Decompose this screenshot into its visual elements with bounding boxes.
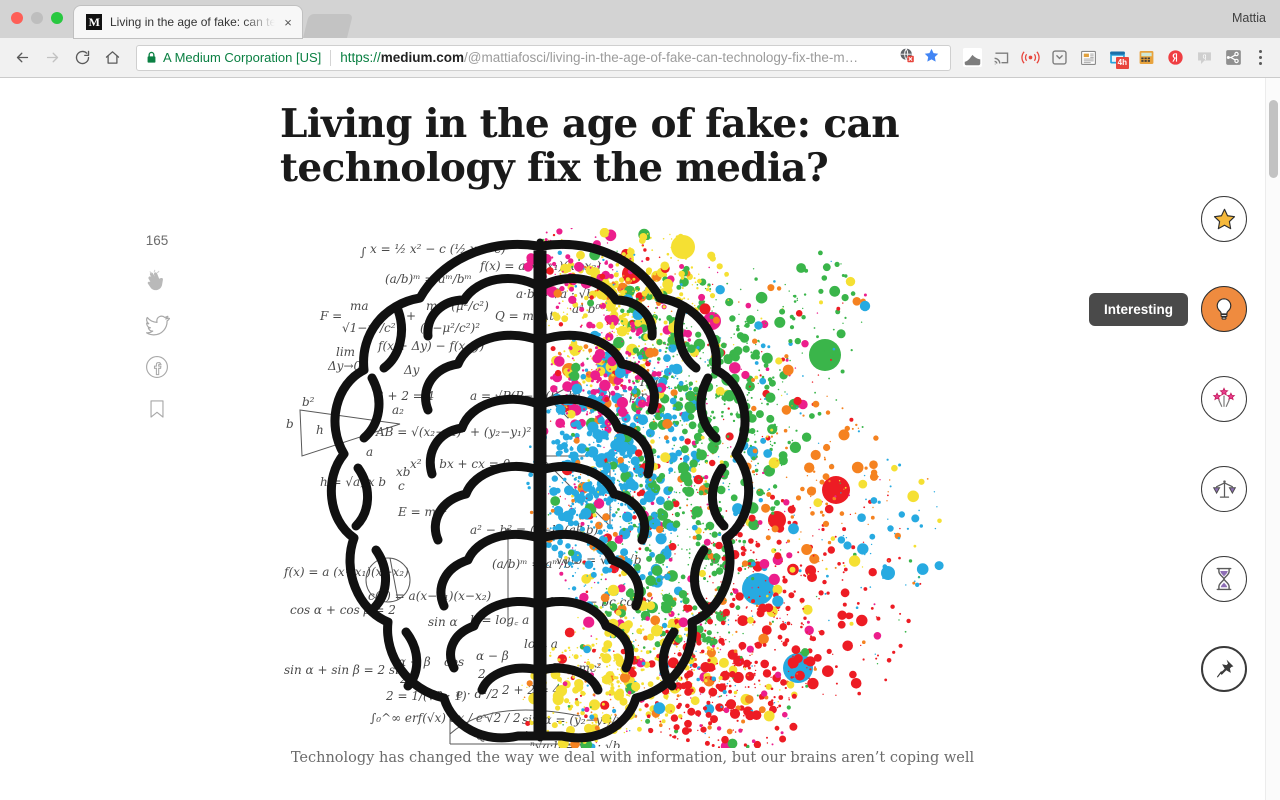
lock-icon xyxy=(146,51,157,64)
rate-star-button[interactable] xyxy=(1201,196,1247,242)
url-path: /@mattiafosci/living-in-the-age-of-fake-… xyxy=(464,50,859,65)
svg-text:Δy: Δy xyxy=(403,363,420,377)
extension-tray: 4h q xyxy=(957,45,1246,71)
svg-text:sin α + sin β = 2 sin: sin α + sin β = 2 sin xyxy=(284,663,407,677)
omnibox-divider xyxy=(330,49,332,66)
page-viewport: Living in the age of fake: can technolog… xyxy=(0,78,1280,800)
url-domain: medium.com xyxy=(380,50,465,65)
hubspot-extension-icon[interactable] xyxy=(1220,45,1246,71)
hourglass-icon xyxy=(1216,567,1232,591)
browser-toolbar: A Medium Corporation [US] https://medium… xyxy=(0,38,1280,78)
svg-text:b: b xyxy=(286,417,294,431)
svg-text:b²: b² xyxy=(302,395,315,409)
address-bar[interactable]: A Medium Corporation [US] https://medium… xyxy=(136,44,951,71)
cast-extension-icon[interactable] xyxy=(988,45,1014,71)
profile-name[interactable]: Mattia xyxy=(1232,11,1266,25)
bookmark-star-icon[interactable] xyxy=(923,47,940,69)
clap-button[interactable] xyxy=(136,262,178,304)
minimize-window-button[interactable] xyxy=(31,12,43,24)
rate-hourglass-button[interactable] xyxy=(1201,556,1247,602)
url-text: https://medium.com/@mattiafosci/living-i… xyxy=(340,50,889,65)
close-window-button[interactable] xyxy=(11,12,23,24)
rate-sparkle-button[interactable] xyxy=(1201,376,1247,422)
svg-text:a₂: a₂ xyxy=(392,403,404,417)
pocket-extension-icon[interactable] xyxy=(959,45,985,71)
brain-svg: ∫ x = ½ x² − c (½ x + c) (a/b)ᵐ = aᵐ/bᵐ … xyxy=(283,228,944,748)
scales-icon xyxy=(1212,479,1236,498)
translate-icon[interactable] xyxy=(899,47,915,68)
news-extension-icon[interactable] xyxy=(1075,45,1101,71)
rate-balance-button[interactable] xyxy=(1201,466,1247,512)
rating-tooltip: Interesting xyxy=(1088,293,1188,326)
bookmark-button[interactable] xyxy=(136,388,178,430)
svg-text:xb: xb xyxy=(396,465,410,479)
yandex-extension-icon[interactable] xyxy=(1162,45,1188,71)
new-tab-button[interactable] xyxy=(303,14,353,38)
svg-text:sin α: sin α xyxy=(428,615,458,629)
svg-text:lim: lim xyxy=(336,345,355,359)
inbox-extension-icon[interactable] xyxy=(1046,45,1072,71)
chrome-menu-button[interactable] xyxy=(1248,44,1272,72)
svg-text:α − β: α − β xyxy=(476,649,509,663)
figure-caption: Technology has changed the way we deal w… xyxy=(290,750,975,766)
time-tracker-extension-icon[interactable]: 4h xyxy=(1104,45,1130,71)
svg-text:∫: ∫ xyxy=(360,245,367,259)
svg-text:ma: ma xyxy=(350,299,369,313)
close-tab-button[interactable]: × xyxy=(280,14,296,30)
url-scheme: https:// xyxy=(340,50,381,65)
window-controls[interactable] xyxy=(11,12,63,24)
chat-extension-icon[interactable]: q xyxy=(1191,45,1217,71)
lightbulb-icon xyxy=(1216,298,1232,320)
page-scrollbar[interactable] xyxy=(1265,78,1280,800)
article-container: Living in the age of fake: can technolog… xyxy=(0,78,1265,800)
svg-text:a: a xyxy=(366,445,373,459)
svg-text:e · d²/2: e · d²/2 xyxy=(456,687,499,701)
reload-button[interactable] xyxy=(68,44,96,72)
svg-text:+: + xyxy=(406,309,416,323)
clap-count: 165 xyxy=(145,233,169,248)
share-facebook-button[interactable] xyxy=(136,346,178,388)
svg-text:c: c xyxy=(398,479,405,493)
forward-button[interactable] xyxy=(38,44,66,72)
article-figure: ∫ x = ½ x² − c (½ x + c) (a/b)ᵐ = aᵐ/bᵐ … xyxy=(280,228,985,748)
back-button[interactable] xyxy=(8,44,36,72)
brain-illustration: ∫ x = ½ x² − c (½ x + c) (a/b)ᵐ = aᵐ/bᵐ … xyxy=(280,228,985,748)
page-title: Living in the age of fake: can technolog… xyxy=(280,101,900,192)
tab-strip: M Living in the age of fake: can te × Ma… xyxy=(0,0,1280,38)
extension-badge: 4h xyxy=(1115,56,1129,69)
rss-extension-icon[interactable] xyxy=(1017,45,1043,71)
svg-text:∫₀^∞ erf(√x) dx / eˣ: ∫₀^∞ erf(√x) dx / eˣ xyxy=(370,711,488,725)
browser-tab[interactable]: M Living in the age of fake: can te × xyxy=(74,6,302,38)
pushpin-icon xyxy=(1217,659,1234,678)
medium-favicon: M xyxy=(86,14,102,30)
tab-title: Living in the age of fake: can te xyxy=(110,15,277,29)
maximize-window-button[interactable] xyxy=(51,12,63,24)
svg-text:F =: F = xyxy=(319,309,342,323)
star-icon xyxy=(1213,208,1235,229)
share-twitter-button[interactable] xyxy=(136,304,178,346)
home-button[interactable] xyxy=(98,44,126,72)
calculator-extension-icon[interactable] xyxy=(1133,45,1159,71)
fireworks-icon xyxy=(1212,387,1236,407)
article-side-rail: 165 xyxy=(136,233,178,430)
site-identity: A Medium Corporation [US] xyxy=(163,50,322,65)
scrollbar-thumb[interactable] xyxy=(1269,100,1278,178)
browser-chrome: M Living in the age of fake: can te × Ma… xyxy=(0,0,1280,78)
rate-interesting-button[interactable] xyxy=(1201,286,1247,332)
svg-text:q: q xyxy=(1202,54,1206,61)
svg-text:h: h xyxy=(316,423,324,437)
pin-button[interactable] xyxy=(1201,646,1247,692)
